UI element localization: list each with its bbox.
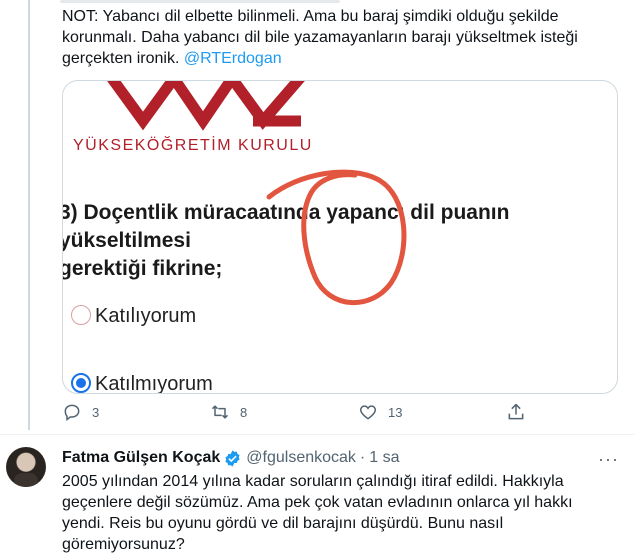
heart-icon [359,405,377,420]
tweet-text: 2005 yılından 2014 yılına kadar soruları… [62,471,624,555]
reply-icon [64,404,80,421]
red-annotation-circle-icon [266,169,407,306]
yok-logo-icon [107,81,305,131]
radio-selected-icon [71,373,91,393]
radio-unselected-icon [71,305,91,325]
tweet-actions: 3 8 13 [62,402,532,426]
tweet-text-line: yendi. Reis bu oyunu gördü ve dil barajı… [62,515,504,532]
logo-text: YÜKSEKÖĞRETİM KURULU [73,137,313,154]
option-label: Katılmıyorum [95,373,213,394]
separator-dot: · [359,449,366,466]
tweet-text-line: geçenlere değil sözümüz. Ama pek çok vat… [62,494,573,511]
tweet-text-line: korunmalı. Daha yabancı dil bile yazamay… [62,29,578,46]
author-name[interactable]: Fatma Gülşen Koçak [62,448,220,468]
tweet[interactable]: Fatma Gülşen Koçak @fgulsenkocak · 1 sa … [0,435,635,553]
tweet-header: Fatma Gülşen Koçak @fgulsenkocak · 1 sa [62,448,400,468]
avatar[interactable] [6,447,46,487]
like-button[interactable]: 13 [358,402,402,422]
thread-line [28,0,30,430]
tweet-text-line: göremiyorsunuz? [62,536,185,553]
tweet-text-line: NOT: Yabancı dil elbette bilinmeli. Ama … [62,8,559,25]
tweet-text: NOT: Yabancı dil elbette bilinmeli. Ama … [62,6,622,69]
author-handle[interactable]: @fgulsenkocak [246,448,356,468]
like-count: 13 [388,404,403,420]
share-button[interactable] [506,402,536,422]
verified-badge-icon [225,449,240,467]
tweet-image[interactable]: YÜKSEKÖĞRETİM KURULU 3) Doçentlik müraca… [62,80,618,394]
tweet-text-line: 2005 yılından 2014 yılına kadar soruları… [62,473,564,490]
mention-link[interactable]: @RTErdogan [184,50,282,67]
question-line: gerektiği fikrine; [62,257,223,280]
tweet-timestamp[interactable]: 1 sa [369,448,399,468]
share-icon [508,403,524,420]
tweet-text-line: gerçekten ironik. [62,50,184,67]
retweet-icon [211,405,229,419]
retweet-count: 8 [240,404,248,420]
reply-count: 3 [92,404,100,420]
option-agree: Katılıyorum [71,305,196,328]
option-label: Katılıyorum [95,305,197,327]
more-options-button[interactable]: ··· [598,449,619,470]
reply-button[interactable]: 3 [62,402,99,422]
retweet-button[interactable]: 8 [210,402,247,422]
option-disagree: Katılmıyorum [71,373,213,394]
truncated-header [60,0,340,3]
